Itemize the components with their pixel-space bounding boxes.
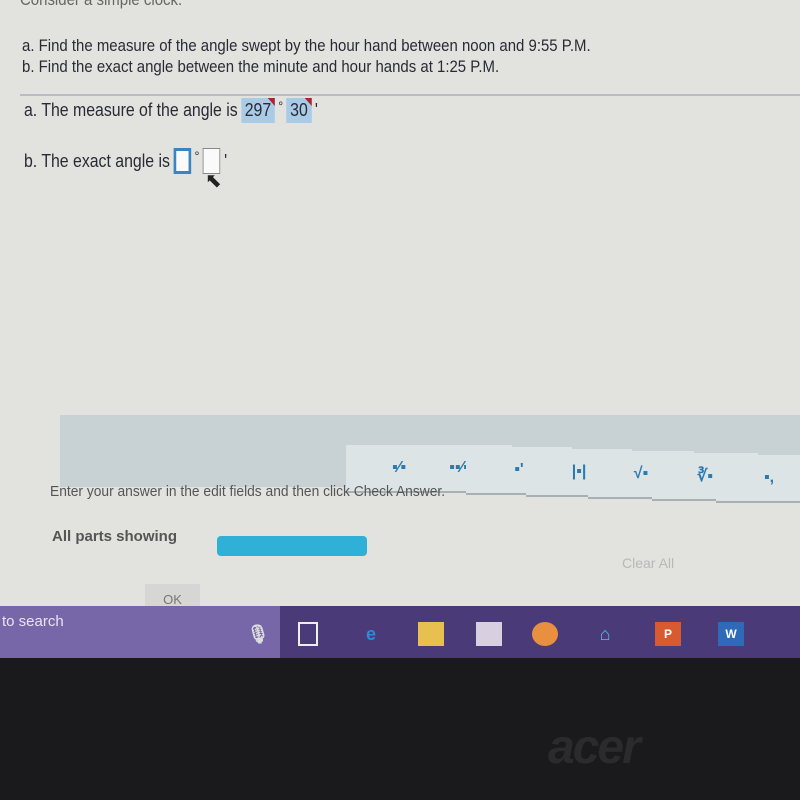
acer-logo: acer — [548, 721, 641, 774]
store-icon[interactable] — [476, 622, 502, 646]
minute-symbol: ' — [314, 100, 318, 120]
screen: Consider a simple clock. a. Find the mea… — [0, 0, 800, 612]
word-icon[interactable]: W — [718, 622, 744, 646]
taskbar-search[interactable]: to search — [0, 606, 280, 658]
subscript-icon[interactable]: ▪, — [716, 455, 800, 503]
answer-b: b. The exact angle is ° ' — [24, 148, 227, 174]
powerpoint-icon[interactable]: P — [655, 622, 681, 646]
mouse-cursor-icon: ⬉ — [205, 170, 222, 192]
question-a: a. Find the measure of the angle swept b… — [22, 36, 591, 55]
question-intro: Consider a simple clock. — [20, 0, 182, 10]
network-icon[interactable]: ⌂ — [592, 622, 618, 646]
answer-a-label: a. The measure of the angle is — [24, 100, 238, 120]
parts-progress-bar — [217, 536, 367, 556]
file-explorer-icon[interactable] — [418, 622, 444, 646]
answer-b-label: b. The exact angle is — [24, 150, 170, 171]
answer-a-minutes-field[interactable]: 30 — [286, 98, 312, 123]
instructions: Enter your answer in the edit fields and… — [50, 483, 446, 500]
answer-b-degrees-field[interactable] — [173, 148, 192, 174]
degree-symbol: ° — [278, 98, 284, 114]
task-view-icon[interactable] — [298, 622, 318, 646]
firefox-icon[interactable] — [532, 622, 558, 646]
answer-a: a. The measure of the angle is 297 ° 30 … — [24, 98, 318, 123]
clear-all-button[interactable]: Clear All — [622, 555, 674, 571]
question-b: b. Find the exact angle between the minu… — [22, 57, 500, 76]
minute-symbol: ' — [224, 150, 228, 171]
degree-symbol: ° — [194, 148, 200, 164]
answer-a-degrees-field[interactable]: 297 — [241, 98, 275, 123]
parts-status-label: All parts showing — [52, 528, 178, 545]
microphone-icon[interactable]: 🎙 — [245, 622, 271, 646]
divider — [20, 94, 800, 96]
edge-icon[interactable]: e — [358, 622, 384, 646]
